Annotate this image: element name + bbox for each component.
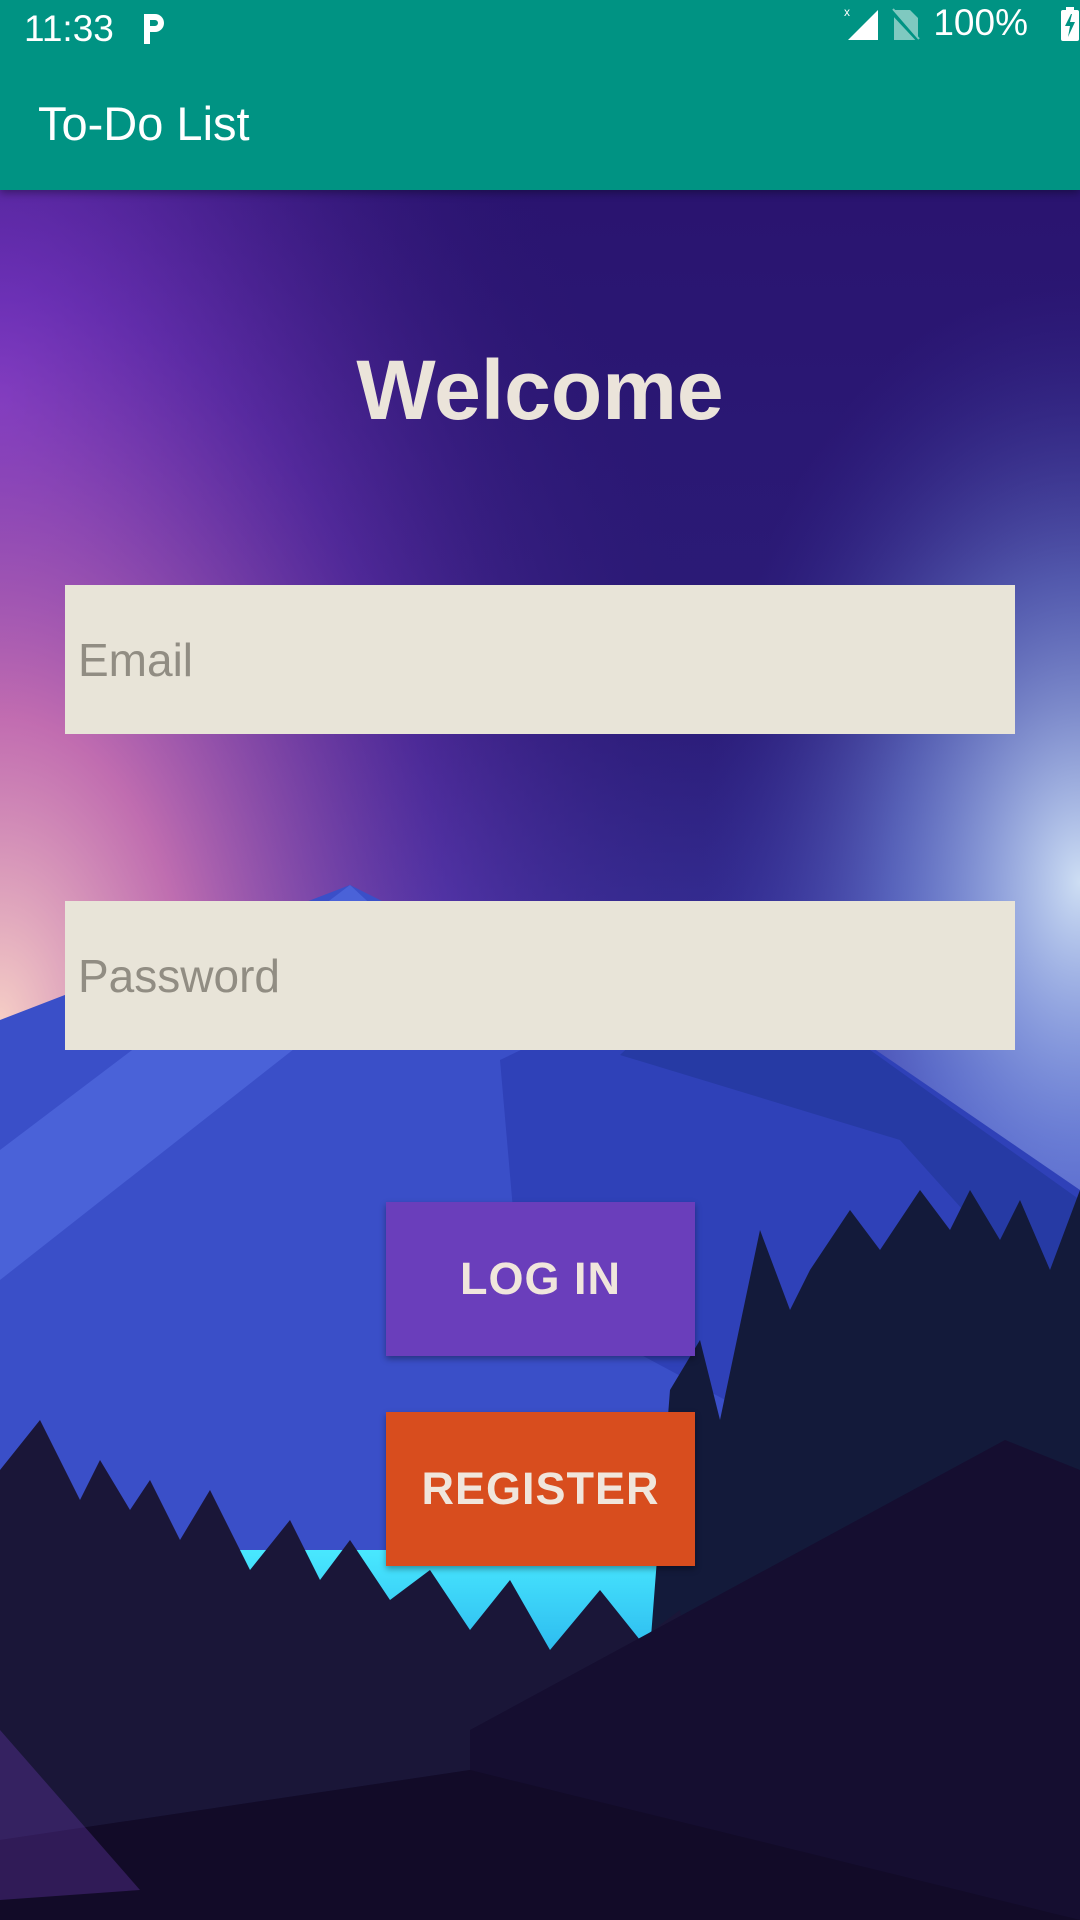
screen: 11:33 x 100% To-Do List Welcome Email LO…	[0, 0, 1080, 1920]
register-button[interactable]: REGISTER	[386, 1412, 695, 1566]
no-sim-icon	[890, 8, 920, 42]
cell-signal-icon: x	[844, 6, 878, 40]
parking-p-icon	[144, 14, 164, 44]
battery-percent: 100%	[933, 2, 1028, 43]
email-field[interactable]	[65, 585, 1015, 734]
status-time: 11:33	[24, 8, 114, 49]
battery-charging-icon	[1061, 7, 1079, 41]
password-field[interactable]	[65, 901, 1015, 1050]
mountain-background-image	[0, 190, 1080, 1920]
app-title: To-Do List	[38, 97, 250, 150]
svg-text:x: x	[844, 6, 850, 19]
welcome-heading: Welcome	[356, 343, 724, 437]
status-bar: 11:33 x 100%	[0, 0, 1080, 58]
app-bar: To-Do List	[0, 58, 1080, 190]
login-button[interactable]: LOG IN	[386, 1202, 695, 1356]
